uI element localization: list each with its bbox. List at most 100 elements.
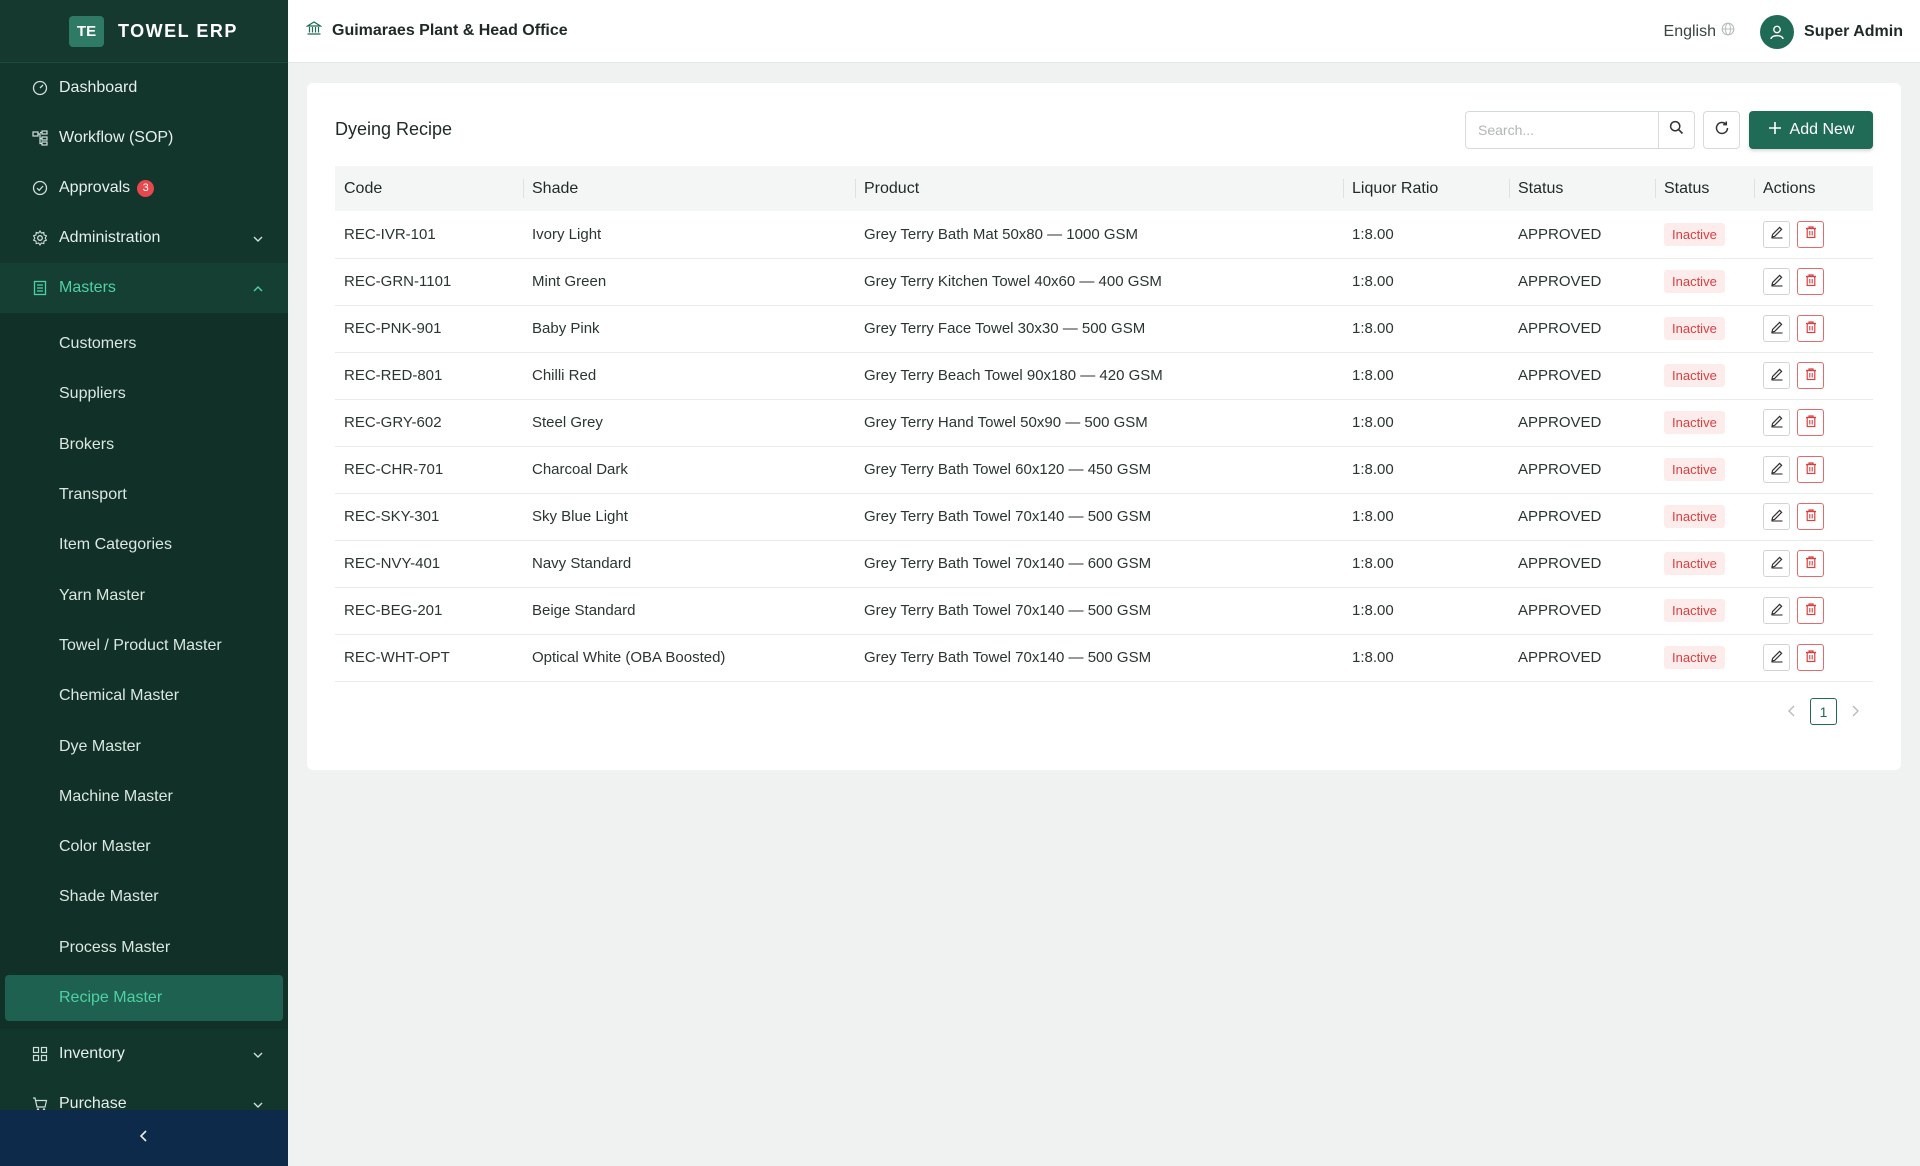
cell-status: Inactive <box>1655 446 1754 493</box>
table-row[interactable]: REC-BEG-201 Beige Standard Grey Terry Bath… <box>335 587 1873 634</box>
sidebar-subitem-customers[interactable]: Customers <box>0 319 288 369</box>
sidebar-item-purchase[interactable]: Purchase <box>0 1079 288 1110</box>
edit-icon <box>1770 320 1784 338</box>
cell-liquor-ratio: 1:8.00 <box>1352 225 1394 243</box>
recipe-card: Dyeing Recipe Add New Code Shade Product… <box>307 83 1901 770</box>
delete-button[interactable] <box>1797 315 1824 342</box>
sidebar-subitem-suppliers[interactable]: Suppliers <box>0 369 288 419</box>
sidebar-subitem-process-master[interactable]: Process Master <box>0 923 288 973</box>
add-new-button[interactable]: Add New <box>1749 111 1873 149</box>
cart-icon <box>31 1095 49 1110</box>
sidebar-item-inventory[interactable]: Inventory <box>0 1029 288 1079</box>
table-row[interactable]: REC-IVR-101 Ivory Light Grey Terry Bath Ma… <box>335 211 1873 258</box>
edit-button[interactable] <box>1763 550 1790 577</box>
sidebar-item-workflow[interactable]: Workflow (SOP) <box>0 113 288 163</box>
table-row[interactable]: REC-WHT-OPT Optical White (OBA Boosted) Gr… <box>335 634 1873 681</box>
language-selector[interactable]: English <box>1664 22 1735 41</box>
cell-code: REC-CHR-701 <box>344 461 444 478</box>
edit-button[interactable] <box>1763 503 1790 530</box>
sidebar-item-dashboard[interactable]: Dashboard <box>0 63 288 113</box>
chevron-down-icon <box>252 1098 264 1110</box>
table-row[interactable]: REC-GRY-602 Steel Grey Grey Terry Hand Tow… <box>335 399 1873 446</box>
table-row[interactable]: REC-PNK-901 Baby Pink Grey Terry Face Towe… <box>335 305 1873 352</box>
edit-button[interactable] <box>1763 644 1790 671</box>
sidebar-subitem-color-master[interactable]: Color Master <box>0 822 288 872</box>
search-button[interactable] <box>1658 111 1695 149</box>
cell-code: REC-SKY-301 <box>344 508 440 525</box>
trash-icon <box>1804 367 1818 385</box>
sidebar-subitem-shade-master[interactable]: Shade Master <box>0 872 288 922</box>
sidebar-subitem-dye-master[interactable]: Dye Master <box>0 721 288 771</box>
prev-page-button[interactable] <box>1782 704 1802 720</box>
page-number-current[interactable]: 1 <box>1810 698 1837 725</box>
trash-icon <box>1804 273 1818 291</box>
sidebar-collapse-button[interactable] <box>0 1110 288 1166</box>
delete-button[interactable] <box>1797 220 1824 248</box>
delete-button[interactable] <box>1797 456 1824 483</box>
sidebar-subitem-recipe-master[interactable]: Recipe Master <box>5 974 283 1021</box>
approvals-badge: 3 <box>137 179 155 197</box>
edit-button[interactable] <box>1763 220 1790 248</box>
delete-button[interactable] <box>1797 268 1824 295</box>
delete-button[interactable] <box>1797 644 1824 671</box>
sidebar-subitem-transport[interactable]: Transport <box>0 470 288 520</box>
sidebar-item-approvals[interactable]: Approvals 3 <box>0 163 288 213</box>
sidebar-subitem-brokers[interactable]: Brokers <box>0 420 288 470</box>
brand[interactable]: TE TOWEL ERP <box>0 0 288 63</box>
search-input[interactable] <box>1465 111 1659 149</box>
cell-liquor-ratio: 1:8.00 <box>1352 367 1394 384</box>
brand-name: TOWEL ERP <box>118 20 238 41</box>
edit-button[interactable] <box>1763 315 1790 342</box>
refresh-button[interactable] <box>1703 111 1740 149</box>
cell-approval-status: APPROVED <box>1518 508 1602 525</box>
trash-icon <box>1804 320 1818 338</box>
delete-button[interactable] <box>1797 503 1824 530</box>
cell-status: Inactive <box>1655 258 1754 305</box>
chevron-up-icon <box>252 282 264 294</box>
edit-icon <box>1770 367 1784 385</box>
edit-icon <box>1770 225 1784 243</box>
edit-button[interactable] <box>1763 268 1790 295</box>
check-circle-icon <box>31 179 49 197</box>
sidebar-subitem-yarn-master[interactable]: Yarn Master <box>0 570 288 620</box>
column-header-liquor-ratio[interactable]: Liquor Ratio <box>1343 166 1509 211</box>
table-row[interactable]: REC-NVY-401 Navy Standard Grey Terry Bath … <box>335 540 1873 587</box>
sidebar-item-administration[interactable]: Administration <box>0 213 288 263</box>
cell-liquor-ratio: 1:8.00 <box>1352 649 1394 666</box>
bank-icon <box>305 20 323 41</box>
sidebar-item-label: Administration <box>59 229 161 246</box>
table-row[interactable]: REC-GRN-1101 Mint Green Grey Terry Kitchen… <box>335 258 1873 305</box>
table-row[interactable]: REC-CHR-701 Charcoal Dark Grey Terry Bath … <box>335 446 1873 493</box>
sidebar-item-masters[interactable]: Masters <box>0 263 288 313</box>
edit-button[interactable] <box>1763 409 1790 436</box>
column-header-product[interactable]: Product <box>855 166 1343 211</box>
globe-icon <box>1721 22 1735 41</box>
user-menu[interactable]: Super Admin <box>1760 15 1903 49</box>
org-selector[interactable]: Guimaraes Plant & Head Office <box>305 20 568 41</box>
user-name: Super Admin <box>1804 23 1903 40</box>
delete-button[interactable] <box>1797 409 1824 436</box>
edit-button[interactable] <box>1763 597 1790 624</box>
cell-status: Inactive <box>1655 587 1754 634</box>
table-row[interactable]: REC-RED-801 Chilli Red Grey Terry Beach To… <box>335 352 1873 399</box>
delete-button[interactable] <box>1797 597 1824 624</box>
column-header-approval-status[interactable]: Status <box>1509 166 1655 211</box>
delete-button[interactable] <box>1797 362 1824 389</box>
column-header-actions: Actions <box>1754 166 1873 211</box>
sidebar-subitem-item-categories[interactable]: Item Categories <box>0 520 288 570</box>
column-header-code[interactable]: Code <box>335 166 523 211</box>
edit-icon <box>1770 414 1784 432</box>
delete-button[interactable] <box>1797 550 1824 577</box>
edit-button[interactable] <box>1763 456 1790 483</box>
status-badge: Inactive <box>1664 505 1725 528</box>
next-page-button[interactable] <box>1845 704 1865 720</box>
column-header-shade[interactable]: Shade <box>523 166 855 211</box>
column-header-status[interactable]: Status <box>1655 166 1754 211</box>
sidebar-subitem-machine-master[interactable]: Machine Master <box>0 772 288 822</box>
grid-icon <box>31 1045 49 1063</box>
cell-actions <box>1754 634 1873 681</box>
table-row[interactable]: REC-SKY-301 Sky Blue Light Grey Terry Bath… <box>335 493 1873 540</box>
sidebar-subitem-product-master[interactable]: Towel / Product Master <box>0 621 288 671</box>
edit-button[interactable] <box>1763 362 1790 389</box>
sidebar-subitem-chemical-master[interactable]: Chemical Master <box>0 671 288 721</box>
